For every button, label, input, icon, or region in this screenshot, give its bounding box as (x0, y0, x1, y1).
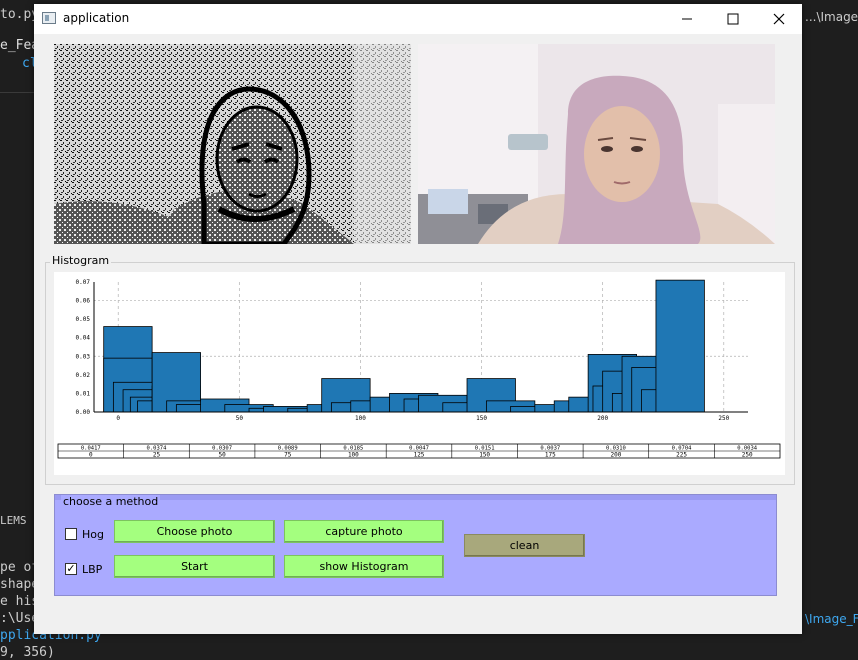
method-group-header (55, 495, 776, 500)
capture-photo-button[interactable]: capture photo (284, 520, 444, 543)
lbp-image-drawing (54, 44, 411, 244)
terminal-path-text: \Image_Fe (805, 612, 858, 626)
lbp-label: LBP (82, 563, 103, 576)
webcam-photo-drawing (418, 44, 775, 244)
x-tick-label: 200 (597, 415, 608, 422)
minimize-icon (682, 18, 692, 20)
x-tick-label: 100 (355, 415, 366, 422)
histogram-chart: 0.00 0.01 0.02 0.03 0.04 0.05 0.06 0.07 0 50 100 15… (57, 279, 781, 459)
y-tick-label: 0.03 (76, 353, 91, 360)
data-table-key: 75 (284, 452, 292, 459)
data-table-key: 50 (218, 452, 226, 459)
x-tick-label: 50 (236, 415, 244, 422)
lbp-image (54, 44, 411, 244)
method-group-title: choose a method (61, 495, 161, 508)
clean-button[interactable]: clean (464, 534, 585, 557)
maximize-icon (727, 13, 739, 25)
histogram-group-title: Histogram (50, 254, 112, 267)
title-bar: application (34, 4, 802, 34)
start-button[interactable]: Start (114, 555, 275, 578)
y-tick-label: 0.02 (76, 372, 91, 379)
x-tick-label: 150 (476, 415, 487, 422)
minimize-button[interactable] (664, 4, 710, 34)
editor-divider (0, 92, 34, 93)
method-group: choose a method Hog ✓ LBP Choose photo c… (54, 494, 777, 596)
show-histogram-button[interactable]: show Histogram (284, 555, 444, 578)
y-tick-label: 0.06 (76, 298, 91, 305)
window-title: application (63, 11, 130, 25)
editor-path-text: ...\Image_F (805, 10, 858, 24)
histogram-bar (655, 279, 705, 413)
x-tick-label: 0 (116, 415, 120, 422)
data-table-key: 25 (153, 452, 161, 459)
data-table-key: 250 (742, 452, 753, 459)
lbp-checkbox[interactable]: ✓ (65, 563, 77, 575)
y-tick-label: 0.07 (76, 279, 91, 286)
choose-photo-button[interactable]: Choose photo (114, 520, 275, 543)
data-table-key: 100 (348, 452, 359, 459)
application-window: application Histogram 0.00 0.01 0.02 0.0… (34, 4, 802, 634)
y-tick-label: 0.00 (76, 409, 91, 416)
data-table-key: 200 (610, 452, 621, 459)
data-table-key: 125 (414, 452, 425, 459)
hog-label: Hog (82, 528, 104, 541)
data-table-key: 225 (676, 452, 687, 459)
panel-tab-problems[interactable]: LEMS (0, 514, 27, 527)
data-table-key: 0 (89, 452, 93, 459)
data-table-key: 175 (545, 452, 556, 459)
close-button[interactable] (756, 4, 802, 34)
y-tick-label: 0.05 (76, 316, 91, 323)
terminal-line: 9, 356) (0, 645, 55, 660)
histogram-chart-area: 0.00 0.01 0.02 0.03 0.04 0.05 0.06 0.07 0 50 100 15… (54, 272, 785, 475)
app-icon (42, 12, 56, 24)
hog-checkbox[interactable] (65, 528, 77, 540)
x-tick-label: 250 (718, 415, 729, 422)
maximize-button[interactable] (710, 4, 756, 34)
close-icon (773, 13, 785, 25)
y-tick-label: 0.04 (76, 335, 91, 342)
data-table-key: 150 (479, 452, 490, 459)
y-tick-label: 0.01 (76, 390, 91, 397)
webcam-photo (418, 44, 775, 244)
